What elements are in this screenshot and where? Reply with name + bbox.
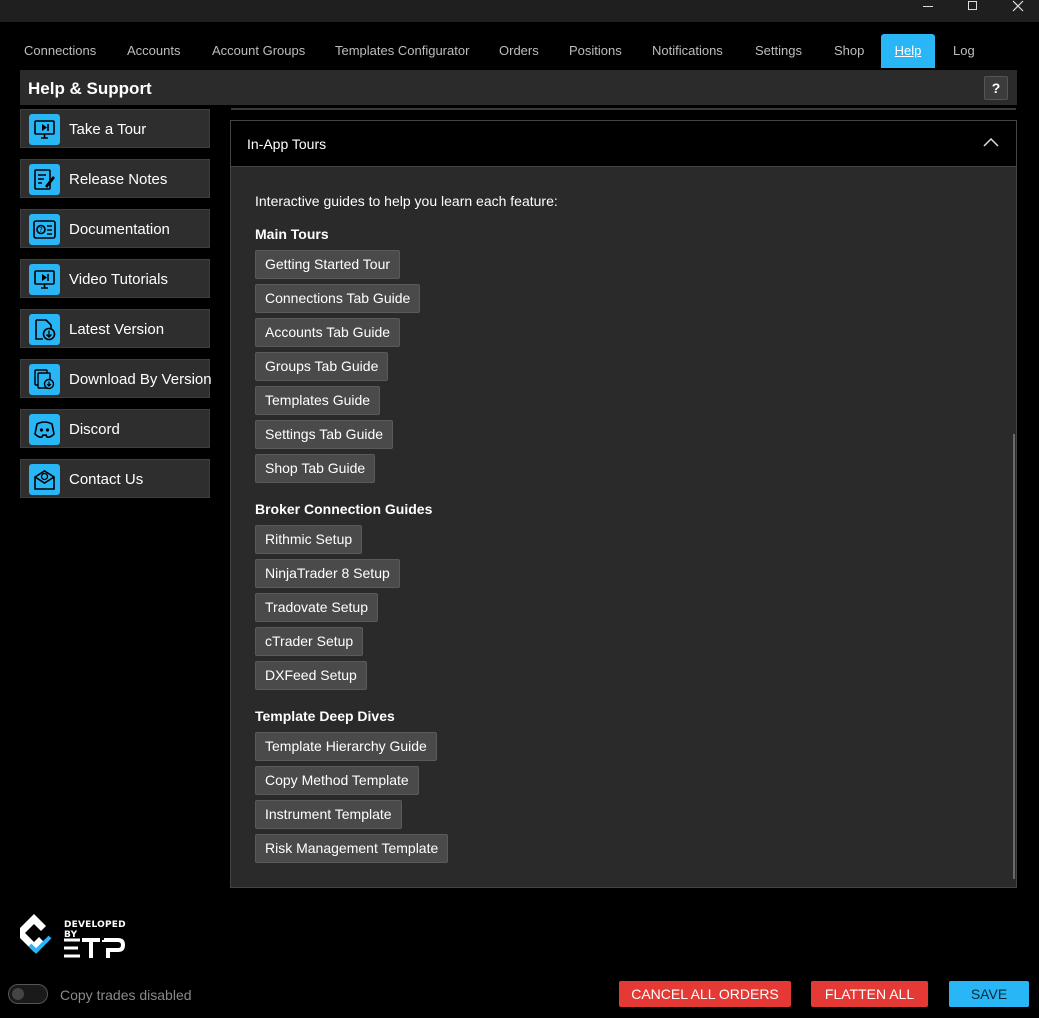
sidebar-item-label: Contact Us (69, 471, 144, 488)
download-icon (29, 314, 60, 345)
mail-icon (29, 464, 60, 495)
sidebar-item-latest-version[interactable]: Latest Version (20, 309, 210, 348)
ninjatrader-8-setup-button[interactable]: NinjaTrader 8 Setup (255, 559, 400, 588)
ctrader-setup-button[interactable]: cTrader Setup (255, 627, 364, 656)
connections-tab-guide-button[interactable]: Connections Tab Guide (255, 284, 421, 313)
templates-guide-button[interactable]: Templates Guide (255, 386, 381, 415)
tab-notifications[interactable]: Notifications (652, 34, 723, 68)
content-divider (231, 108, 1016, 110)
tab-help[interactable]: Help (881, 34, 935, 68)
tab-accounts[interactable]: Accounts (127, 34, 180, 68)
close-icon[interactable] (995, 0, 1039, 22)
release-notes-icon (29, 164, 60, 195)
minimize-icon[interactable] (905, 0, 951, 22)
sidebar-item-video-tutorials[interactable]: Video Tutorials (20, 259, 210, 298)
help-header: Help & Support ? (20, 70, 1017, 105)
template-hierarchy-guide-button[interactable]: Template Hierarchy Guide (255, 732, 437, 761)
tab-templates-configurator[interactable]: Templates Configurator (335, 34, 469, 68)
instrument-template-button[interactable]: Instrument Template (255, 800, 402, 829)
panel-title: In-App Tours (247, 136, 327, 152)
tab-connections[interactable]: Connections (24, 34, 96, 68)
panel-intro: Interactive guides to help you learn eac… (255, 193, 558, 209)
rithmic-setup-button[interactable]: Rithmic Setup (255, 525, 363, 554)
maximize-icon[interactable] (950, 0, 996, 22)
sidebar-item-documentation[interactable]: ? Documentation (20, 209, 210, 248)
sidebar-item-label: Download By Version (69, 371, 212, 388)
developed-by-label: DEVELOPED BY (64, 920, 126, 940)
tab-settings[interactable]: Settings (755, 34, 802, 68)
accounts-tab-guide-button[interactable]: Accounts Tab Guide (255, 318, 401, 347)
tradovate-setup-button[interactable]: Tradovate Setup (255, 593, 378, 622)
title-bar (0, 0, 1039, 22)
panel-scrollbar[interactable] (1013, 434, 1015, 879)
tab-account-groups[interactable]: Account Groups (212, 34, 305, 68)
in-app-tours-header[interactable]: In-App Tours (231, 121, 1016, 167)
sidebar-item-label: Latest Version (69, 321, 165, 338)
sidebar-item-label: Documentation (69, 221, 170, 238)
section-title-main-tours: Main Tours (255, 226, 329, 242)
page-title: Help & Support (28, 79, 152, 98)
getting-started-tour-button[interactable]: Getting Started Tour (255, 250, 401, 279)
sidebar-item-contact-us[interactable]: Contact Us (20, 459, 210, 498)
video-icon (29, 264, 60, 295)
cancel-all-orders-button[interactable]: CANCEL ALL ORDERS (619, 981, 791, 1007)
sidebar-item-label: Discord (69, 421, 120, 438)
svg-text:?: ? (39, 226, 43, 234)
settings-tab-guide-button[interactable]: Settings Tab Guide (255, 420, 394, 449)
tab-log[interactable]: Log (953, 34, 975, 68)
copy-method-template-button[interactable]: Copy Method Template (255, 766, 419, 795)
in-app-tours-panel: In-App Tours Interactive guides to help … (230, 120, 1017, 888)
tab-positions[interactable]: Positions (569, 34, 622, 68)
chevron-up-icon[interactable] (983, 137, 999, 149)
main-tabs: Connections Accounts Account Groups Temp… (0, 34, 1039, 68)
discord-icon (29, 414, 60, 445)
developer-logo: DEVELOPED BY (20, 912, 130, 964)
sidebar-item-label: Video Tutorials (69, 271, 168, 288)
save-button[interactable]: SAVE (949, 981, 1029, 1007)
risk-management-template-button[interactable]: Risk Management Template (255, 834, 449, 863)
copy-trades-toggle[interactable] (8, 984, 48, 1004)
sidebar-item-label: Take a Tour (69, 121, 147, 138)
dxfeed-setup-button[interactable]: DXFeed Setup (255, 661, 367, 690)
sidebar-item-label: Release Notes (69, 171, 168, 188)
tab-orders[interactable]: Orders (499, 34, 539, 68)
copy-trades-label: Copy trades disabled (60, 987, 192, 1003)
versions-icon (29, 364, 60, 395)
documentation-icon: ? (29, 214, 60, 245)
sidebar-item-take-a-tour[interactable]: Take a Tour (20, 109, 210, 148)
sidebar-item-discord[interactable]: Discord (20, 409, 210, 448)
flatten-all-button[interactable]: FLATTEN ALL (811, 981, 928, 1007)
sidebar-item-download-by-version[interactable]: Download By Version (20, 359, 212, 398)
section-title-broker-connection-guides: Broker Connection Guides (255, 501, 433, 517)
help-question-button[interactable]: ? (984, 76, 1008, 100)
section-title-template-deep-dives: Template Deep Dives (255, 708, 395, 724)
sidebar-item-release-notes[interactable]: Release Notes (20, 159, 210, 198)
groups-tab-guide-button[interactable]: Groups Tab Guide (255, 352, 389, 381)
tour-icon (29, 114, 60, 145)
shop-tab-guide-button[interactable]: Shop Tab Guide (255, 454, 376, 483)
tab-shop[interactable]: Shop (834, 34, 864, 68)
